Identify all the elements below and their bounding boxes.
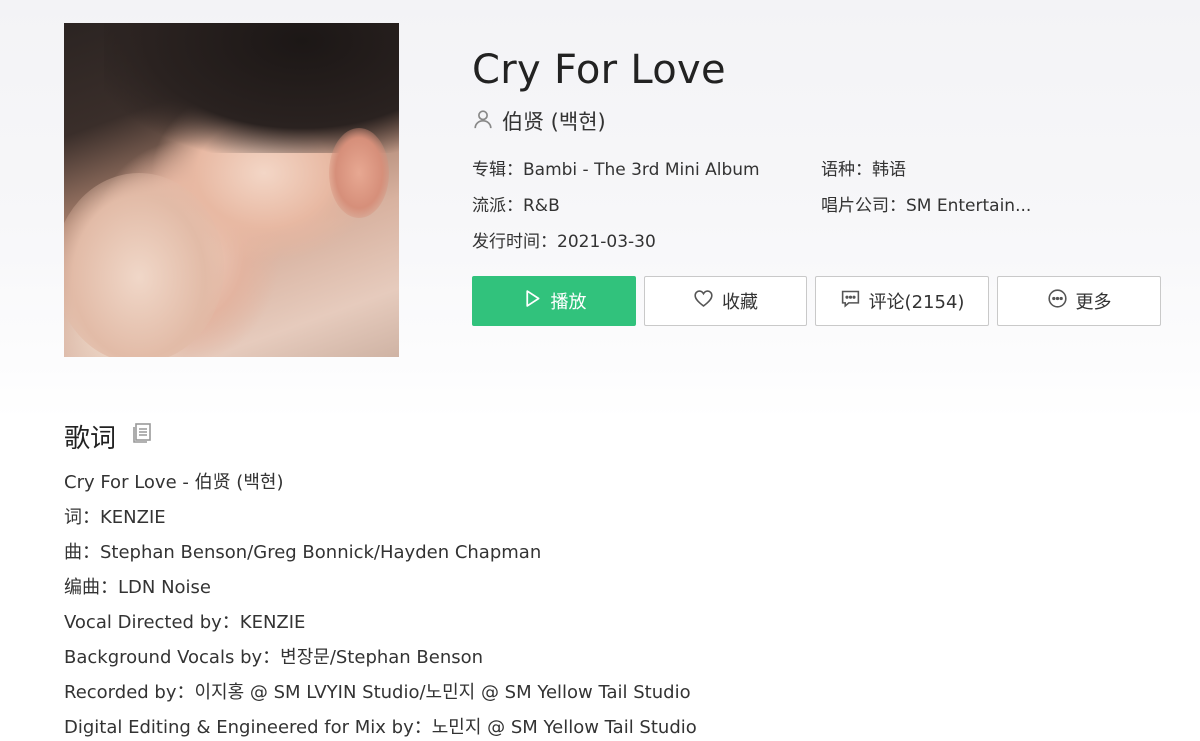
- language-value: 韩语: [872, 160, 906, 180]
- favorite-label: 收藏: [722, 292, 758, 313]
- album-label: 专辑：: [472, 160, 523, 180]
- lyrics-header: 歌词: [64, 418, 154, 455]
- lyrics-list: Cry For Love - 伯贤 (백현) 词：KENZIE 曲：Stepha…: [64, 466, 697, 741]
- lyric-line: Recorded by：이지홍 @ SM LVYIN Studio/노민지 @ …: [64, 682, 691, 703]
- lyric-line: Background Vocals by：변장문/Stephan Benson: [64, 647, 484, 668]
- release-value: 2021-03-30: [557, 232, 656, 252]
- lyric-line: 曲：Stephan Benson/Greg Bonnick/Hayden Cha…: [64, 542, 542, 563]
- record-label-value: SM Entertain...: [906, 196, 1032, 216]
- comment-label: 评论(2154): [868, 292, 965, 313]
- genre-value: R&B: [523, 196, 560, 216]
- more-label: 更多: [1075, 292, 1112, 313]
- heart-icon: [693, 288, 714, 314]
- artist-name: 伯贤 (백현): [502, 110, 606, 134]
- language-info: 语种：韩语: [821, 155, 906, 180]
- lyric-line: Cry For Love - 伯贤 (백현): [64, 472, 284, 493]
- lyric-line: Vocal Directed by：KENZIE: [64, 612, 306, 633]
- language-label: 语种：: [821, 160, 872, 180]
- artist-link[interactable]: 伯贤 (백현): [472, 107, 606, 135]
- album-info: 专辑：Bambi - The 3rd Mini Album: [472, 155, 760, 180]
- genre-info: 流派：R&B: [472, 191, 560, 216]
- release-info: 发行时间：2021-03-30: [472, 227, 656, 252]
- cover-ear-shade: [329, 128, 389, 218]
- play-label: 播放: [550, 292, 587, 313]
- favorite-button[interactable]: 收藏: [644, 276, 807, 326]
- lyric-line: Digital Editing & Engineered for Mix by：…: [64, 717, 697, 738]
- play-button[interactable]: 播放: [472, 276, 636, 326]
- record-label-info: 唱片公司：SM Entertain...: [821, 191, 1031, 216]
- record-label-label: 唱片公司：: [821, 196, 906, 216]
- copy-icon[interactable]: [130, 421, 154, 452]
- user-icon: [472, 108, 494, 135]
- more-button[interactable]: 更多: [997, 276, 1161, 326]
- song-title: Cry For Love: [472, 47, 726, 93]
- comment-button[interactable]: 评论(2154): [815, 276, 989, 326]
- lyrics-title: 歌词: [64, 424, 117, 454]
- album-value[interactable]: Bambi - The 3rd Mini Album: [523, 160, 760, 180]
- album-cover[interactable]: [64, 23, 399, 357]
- play-icon: [522, 288, 543, 314]
- comment-icon: [840, 288, 861, 314]
- more-icon: [1047, 288, 1068, 314]
- genre-label: 流派：: [472, 196, 523, 216]
- cover-hand-shade: [64, 173, 224, 357]
- lyric-line: 词：KENZIE: [64, 507, 166, 528]
- lyric-line: 编曲：LDN Noise: [64, 577, 212, 598]
- release-label: 发行时间：: [472, 232, 557, 252]
